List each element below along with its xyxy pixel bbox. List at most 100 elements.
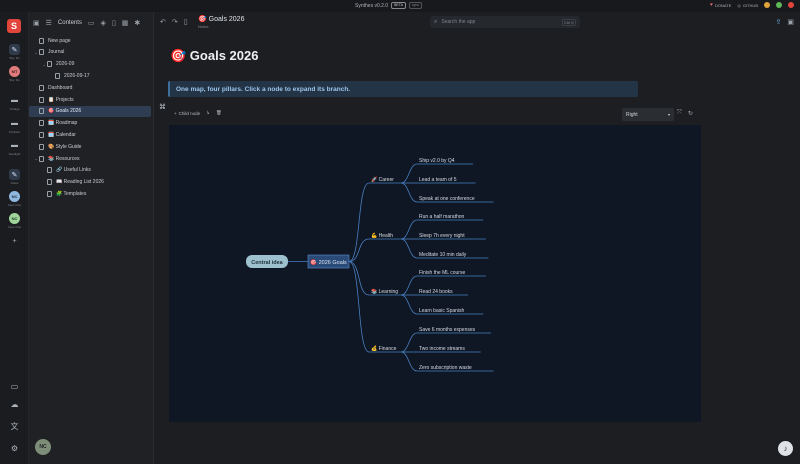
sidebar-tree-item[interactable]: 📖 Reading List 2026	[29, 177, 151, 188]
new-page-icon[interactable]: ▯	[112, 19, 116, 27]
layers-icon[interactable]: ◈	[101, 19, 106, 27]
leaf-node-label[interactable]: Two income streams	[419, 346, 465, 352]
graph-icon[interactable]: ✱	[134, 19, 140, 27]
sidebar-title: Contents	[57, 20, 82, 26]
leaf-node-label[interactable]: Save 6 months expenses	[419, 327, 476, 333]
donate-link[interactable]: ♥ DONATE	[710, 2, 731, 8]
document-icon	[39, 96, 44, 103]
central-node-label: Central idea	[251, 260, 283, 266]
fit-view-icon[interactable]: ⤧	[677, 110, 682, 117]
direction-select[interactable]: Right ▾	[622, 108, 674, 121]
assistant-fab[interactable]: ♪	[778, 441, 793, 456]
rail-item-spotlight[interactable]: ▬ Spotlight	[0, 140, 29, 156]
leaf-node-label[interactable]: Zero subscription waste	[419, 365, 472, 371]
document-icon	[39, 120, 44, 127]
rail-item-sky[interactable]: ✎ Sky: Ro	[0, 44, 29, 60]
mindmap-block-icon[interactable]: ⌘	[159, 103, 166, 111]
sidebar-tree-item[interactable]: Dashboard	[29, 82, 151, 93]
user-avatar[interactable]: NC	[35, 439, 51, 455]
sibling-node-icon[interactable]: ↳	[206, 110, 210, 116]
trash-icon[interactable]: 🗑	[216, 110, 222, 116]
panel-toggle-icon[interactable]: ▣	[787, 18, 794, 26]
reset-icon[interactable]: ↻	[688, 110, 693, 117]
sidebar-tree-item[interactable]: 2026-09-17	[29, 70, 151, 81]
child-node-button[interactable]: + Child node	[174, 111, 200, 116]
sidebar-tree-item[interactable]: ⌄ 📚 Resources	[29, 153, 151, 164]
app-name: Synthes v0.2.0	[355, 2, 389, 9]
rail-item-portfolio[interactable]: ▬ Portfolio	[0, 118, 29, 134]
rail-label: Portfolio	[8, 130, 20, 134]
calendar-icon[interactable]: ▦	[122, 19, 129, 27]
app-logo[interactable]: S	[7, 19, 21, 33]
leaf-node-label[interactable]: Meditate 10 min daily	[419, 252, 467, 258]
rail-item-new-chat-1[interactable]: NC New chat	[0, 191, 29, 207]
folder-icon: ▬	[11, 97, 18, 104]
folder-icon: ▬	[11, 142, 18, 149]
leaf-node-label[interactable]: Finish the ML course	[419, 270, 465, 276]
leaf-node-label[interactable]: Sleep 7h every night	[419, 233, 465, 239]
folder-icon[interactable]: ▭	[88, 19, 95, 27]
close-button[interactable]	[788, 2, 794, 8]
leaf-node-label[interactable]: Run a half marathon	[419, 214, 465, 220]
mindmap-canvas[interactable]: Central idea 🎯 2026 Goals 🚀 Career Ship v…	[169, 125, 701, 422]
sidebar-tree-item[interactable]: 🧩 Templates	[29, 188, 151, 199]
leaf-node-label[interactable]: Read 24 books	[419, 289, 453, 295]
settings-gear-icon[interactable]: ⚙	[8, 442, 21, 455]
leaf-connector	[400, 351, 418, 372]
translate-icon[interactable]: 文	[8, 420, 21, 433]
sidebar-tree-item-label: 📚 Resources	[48, 155, 80, 162]
sidebar-tree-item[interactable]: ⌄ Journal	[29, 47, 151, 58]
mindmap-controls: ⤧ ↻	[677, 110, 693, 117]
callout: One map, four pillars. Click a node to e…	[168, 81, 638, 97]
add-workspace-button[interactable]: +	[0, 236, 29, 247]
sidebar-tree-item-label: 🗓️ Calendar	[48, 131, 76, 138]
document-icon	[47, 179, 52, 186]
redo-icon[interactable]: ↷	[172, 18, 178, 26]
rail-item-new-chat-2[interactable]: NC New chat	[0, 213, 29, 229]
rail-item-vintage[interactable]: ▬ Vintage	[0, 95, 29, 111]
undo-icon[interactable]: ↶	[160, 18, 166, 26]
document-icon	[39, 143, 44, 150]
cloud-icon[interactable]: ☁	[8, 398, 21, 411]
leaf-node-label[interactable]: Ship v2.0 by Q4	[419, 158, 455, 164]
sidebar-tree-item[interactable]: 🔗 Useful Links	[29, 165, 151, 176]
sidebar-tree-item[interactable]: 🗓️ Calendar	[29, 129, 151, 140]
search-box[interactable]: ⌕ Search the app Ctrl K	[430, 16, 580, 28]
contents-sidebar: ▣ ☰ Contents ▭ ◈ ▯ ▦ ✱ New page ⌄ Journal ⌄…	[29, 12, 154, 464]
github-icon: ◎	[737, 2, 741, 8]
chat-avatar: NC	[9, 213, 20, 224]
branch-connector	[348, 261, 370, 353]
tab-goals-2026[interactable]: 🎯 Goals 2026 Notes	[198, 15, 244, 29]
leaf-node-label[interactable]: Lead a team of 5	[419, 177, 457, 183]
branch-node-label[interactable]: 🚀 Career	[371, 176, 394, 183]
maximize-button[interactable]	[776, 2, 782, 8]
share-icon[interactable]: ⇪	[776, 18, 782, 26]
branch-node-label[interactable]: 📚 Learning	[371, 288, 398, 295]
sidebar-tree-item[interactable]: 🎯 Goals 2026	[29, 105, 151, 117]
leaf-node-label[interactable]: Speak at one conference	[419, 196, 475, 202]
archive-icon[interactable]: ▭	[8, 380, 21, 393]
rail-item-workspace[interactable]: MT Sky: Ro	[0, 66, 29, 82]
plus-icon: +	[174, 110, 177, 116]
sidebar-tree-item[interactable]: ⌄ 2026-09	[29, 59, 151, 70]
folder-icon: ▬	[11, 120, 18, 127]
sidebar-tree-item[interactable]: New page	[29, 35, 151, 46]
branch-node-label[interactable]: 💰 Finance	[371, 345, 397, 352]
sidebar-tree-item[interactable]: 📋 Projects	[29, 94, 151, 105]
sidebar-tree-item[interactable]: 🎨 Style Guide	[29, 141, 151, 152]
leaf-node-label[interactable]: Learn basic Spanish	[419, 308, 465, 314]
rail-label: Vintage	[9, 107, 20, 111]
main-toolbar: ↶ ↷ ▯ 🎯 Goals 2026 Notes ⌕ Search the ap…	[154, 12, 800, 32]
rail-item-notes[interactable]: ✎ Notes	[0, 169, 29, 185]
github-link[interactable]: ◎ GITHUB	[737, 3, 758, 8]
sidebar-tree-item[interactable]: 🗓️ Roadmap	[29, 118, 151, 129]
main-toolbar-right: ⇪ ▣	[776, 18, 795, 26]
sidebar-toggle-icon[interactable]: ▣	[33, 19, 40, 27]
chevron-down-icon: ▾	[667, 112, 670, 117]
branch-node-label[interactable]: 💪 Health	[371, 232, 393, 239]
contents-icon: ☰	[45, 20, 52, 27]
icon-rail: S ✎ Sky: Ro MT Sky: Ro ▬ Vintage ▬ Portf…	[0, 12, 29, 464]
minimize-button[interactable]	[764, 2, 770, 8]
document-icon	[47, 190, 52, 197]
page-icon[interactable]: ▯	[184, 18, 188, 26]
